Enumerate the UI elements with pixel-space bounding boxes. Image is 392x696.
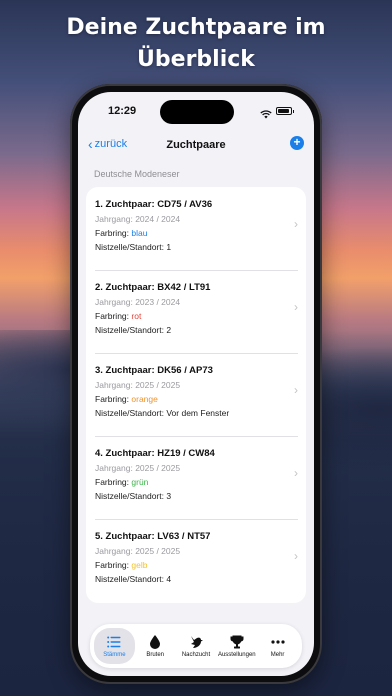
tab-label: Stämme (103, 652, 126, 658)
list-icon (106, 634, 122, 650)
tab-label: Bruten (146, 652, 165, 658)
phone-frame: 12:29 ‹ zurück Zuchtpaare + Deutsche Mod… (70, 84, 322, 684)
pair-year-line: Jahrgang: 2025 / 2025 (95, 544, 306, 558)
battery-icon (276, 106, 294, 115)
pair-title: 5. Zuchtpaar: LV63 / NT57 (95, 531, 211, 542)
chevron-right-icon: › (294, 217, 298, 231)
wifi-icon (260, 106, 272, 119)
headline: Deine Zuchtpaare im Überblick (0, 12, 392, 76)
navigation-bar: ‹ zurück Zuchtpaare + (78, 132, 314, 160)
list-item[interactable]: 5. Zuchtpaar: LV63 / NT57 Jahrgang: 2025… (86, 519, 306, 602)
pair-year-line: Jahrgang: 2025 / 2025 (95, 378, 306, 392)
page-title: Zuchtpaare (166, 139, 226, 151)
pair-ring-line: Farbring: gelb (95, 558, 306, 572)
list-item[interactable]: 4. Zuchtpaar: HZ19 / CW84 Jahrgang: 2025… (86, 436, 306, 519)
nest-label: Nistzelle/Standort: (95, 325, 164, 335)
nest-label: Nistzelle/Standort: (95, 408, 164, 418)
year-label: Jahrgang: (95, 297, 133, 307)
pair-ring-color: blau (131, 228, 148, 238)
dynamic-island (160, 100, 234, 124)
trophy-icon (229, 634, 245, 650)
pair-nest-line: Nistzelle/Standort: 1 (95, 240, 306, 254)
pair-year-line: Jahrgang: 2024 / 2024 (95, 212, 306, 226)
pair-year-line: Jahrgang: 2025 / 2025 (95, 461, 306, 475)
ring-label: Farbring: (95, 311, 130, 321)
list-item[interactable]: 2. Zuchtpaar: BX42 / LT91 Jahrgang: 2023… (86, 270, 306, 353)
bird-icon (188, 634, 204, 650)
headline-line-1: Deine Zuchtpaare im (66, 15, 326, 40)
pair-ring-color: rot (131, 311, 142, 321)
pair-title: 3. Zuchtpaar: DK56 / AP73 (95, 365, 213, 376)
tab-mehr[interactable]: Mehr (257, 628, 298, 664)
pair-ring-line: Farbring: orange (95, 392, 306, 406)
year-label: Jahrgang: (95, 463, 133, 473)
breeding-pair-list: 1. Zuchtpaar: CD75 / AV36 Jahrgang: 2024… (86, 187, 306, 603)
pair-year: 2025 / 2025 (135, 546, 181, 556)
tab-label: Mehr (270, 652, 285, 658)
pair-nest: 4 (166, 574, 172, 584)
status-icons (260, 106, 294, 119)
pair-ring-color: grün (131, 477, 149, 487)
pair-ring-color: gelb (131, 560, 148, 570)
more-icon (270, 634, 286, 650)
phone-screen: 12:29 ‹ zurück Zuchtpaare + Deutsche Mod… (78, 92, 314, 676)
pair-nest: 3 (166, 491, 172, 501)
tab-bar: Stämme Bruten Nachzucht Ausstellungen Me… (90, 624, 302, 668)
list-item[interactable]: 3. Zuchtpaar: DK56 / AP73 Jahrgang: 2025… (86, 353, 306, 436)
nest-label: Nistzelle/Standort: (95, 242, 164, 252)
pair-ring-line: Farbring: rot (95, 309, 306, 323)
pair-year: 2025 / 2025 (135, 463, 181, 473)
section-header: Deutsche Modeneser (94, 169, 180, 179)
drop-icon (147, 634, 163, 650)
pair-nest-line: Nistzelle/Standort: 3 (95, 489, 306, 503)
list-item[interactable]: 1. Zuchtpaar: CD75 / AV36 Jahrgang: 2024… (86, 187, 306, 270)
pair-title: 2. Zuchtpaar: BX42 / LT91 (95, 282, 211, 293)
pair-ring-line: Farbring: grün (95, 475, 306, 489)
chevron-right-icon: › (294, 549, 298, 563)
pair-nest: 2 (166, 325, 172, 335)
ring-label: Farbring: (95, 560, 130, 570)
tab-ausstellungen[interactable]: Ausstellungen (216, 628, 257, 664)
pair-year: 2023 / 2024 (135, 297, 181, 307)
tab-nachzucht[interactable]: Nachzucht (176, 628, 217, 664)
pair-title: 4. Zuchtpaar: HZ19 / CW84 (95, 448, 215, 459)
nest-label: Nistzelle/Standort: (95, 491, 164, 501)
ring-label: Farbring: (95, 477, 130, 487)
year-label: Jahrgang: (95, 380, 133, 390)
pair-year: 2025 / 2025 (135, 380, 181, 390)
pair-ring-line: Farbring: blau (95, 226, 306, 240)
ring-label: Farbring: (95, 394, 130, 404)
chevron-right-icon: › (294, 300, 298, 314)
year-label: Jahrgang: (95, 214, 133, 224)
ring-label: Farbring: (95, 228, 130, 238)
status-time: 12:29 (108, 105, 137, 117)
plus-circle-icon[interactable]: + (290, 136, 304, 150)
nest-label: Nistzelle/Standort: (95, 574, 164, 584)
pair-year: 2024 / 2024 (135, 214, 181, 224)
pair-nest-line: Nistzelle/Standort: Vor dem Fenster (95, 406, 306, 420)
pair-ring-color: orange (131, 394, 158, 404)
pair-nest: 1 (166, 242, 172, 252)
tab-stämme[interactable]: Stämme (94, 628, 135, 664)
chevron-right-icon: › (294, 383, 298, 397)
headline-line-2: Überblick (137, 47, 255, 72)
tab-label: Nachzucht (181, 652, 211, 658)
pair-title: 1. Zuchtpaar: CD75 / AV36 (95, 199, 213, 210)
pair-nest: Vor dem Fenster (166, 408, 230, 418)
pair-nest-line: Nistzelle/Standort: 2 (95, 323, 306, 337)
chevron-right-icon: › (294, 466, 298, 480)
year-label: Jahrgang: (95, 546, 133, 556)
tab-label: Ausstellungen (217, 652, 256, 658)
pair-year-line: Jahrgang: 2023 / 2024 (95, 295, 306, 309)
tab-bruten[interactable]: Bruten (135, 628, 176, 664)
pair-nest-line: Nistzelle/Standort: 4 (95, 572, 306, 586)
